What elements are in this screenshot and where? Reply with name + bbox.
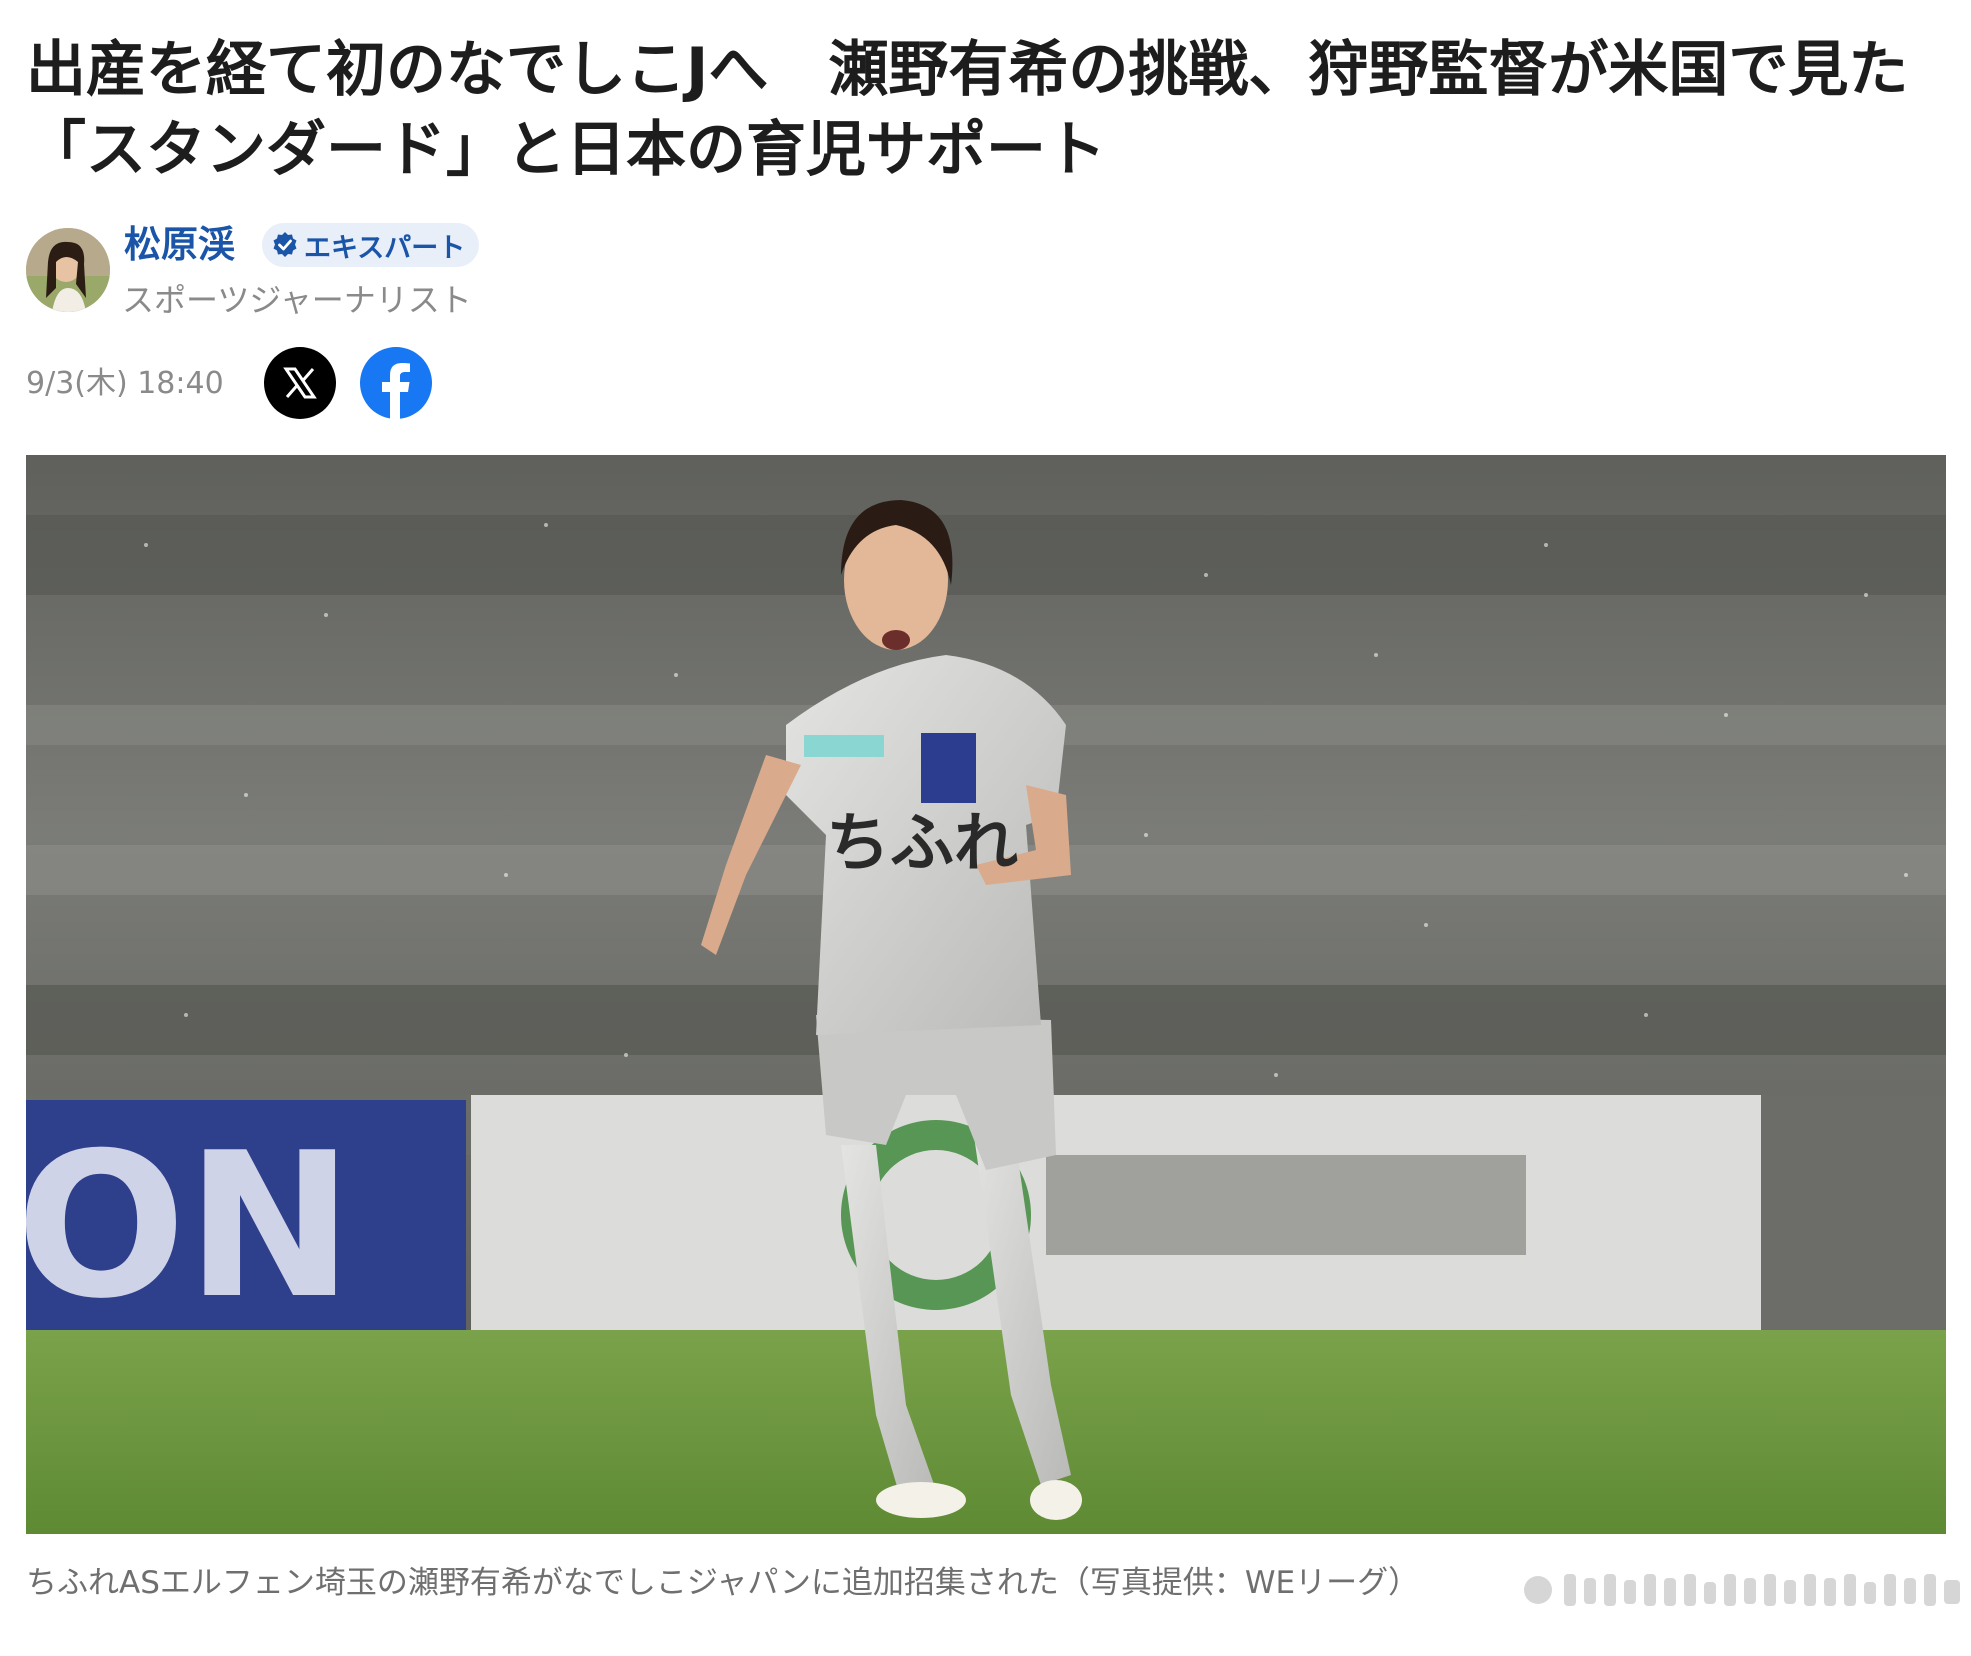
board-text-left: ON [26,1110,353,1343]
share-x-button[interactable] [264,347,336,419]
photo-caption: ちふれASエルフェン埼玉の瀬野有希がなでしこジャパンに追加招集された（写真提供：… [26,1565,1420,1601]
author-name-link[interactable]: 松原渓 [124,220,235,270]
avatar-photo [26,228,110,312]
headline-line-2: 「スタンダード」と日本の育児サポート [26,115,1106,185]
article-headline: 出産を経て初のなでしこJへ 瀬野有希の挑戦、狩野監督が米国で見た 「スタンダード… [26,30,1946,190]
author-title: スポーツジャーナリスト [122,281,472,319]
facebook-icon [382,363,410,419]
expert-badge-label: エキスパート [304,232,466,264]
jersey-text: ちふれ [826,806,1018,881]
headline-line-1: 出産を経て初のなでしこJへ 瀬野有希の挑戦、狩野監督が米国で見た [26,35,1909,105]
watermark-logo [1524,1574,1960,1606]
article-photo[interactable]: ON ちふれ [26,455,1946,1534]
share-facebook-button[interactable] [360,347,432,419]
author-avatar[interactable] [26,228,110,312]
publish-date: 9/3(木) 18:40 [26,366,224,401]
verified-check-icon [273,232,297,257]
x-icon [283,367,317,399]
player-photo-image: ON ちふれ [26,455,1946,1534]
expert-badge[interactable]: エキスパート [262,223,480,267]
